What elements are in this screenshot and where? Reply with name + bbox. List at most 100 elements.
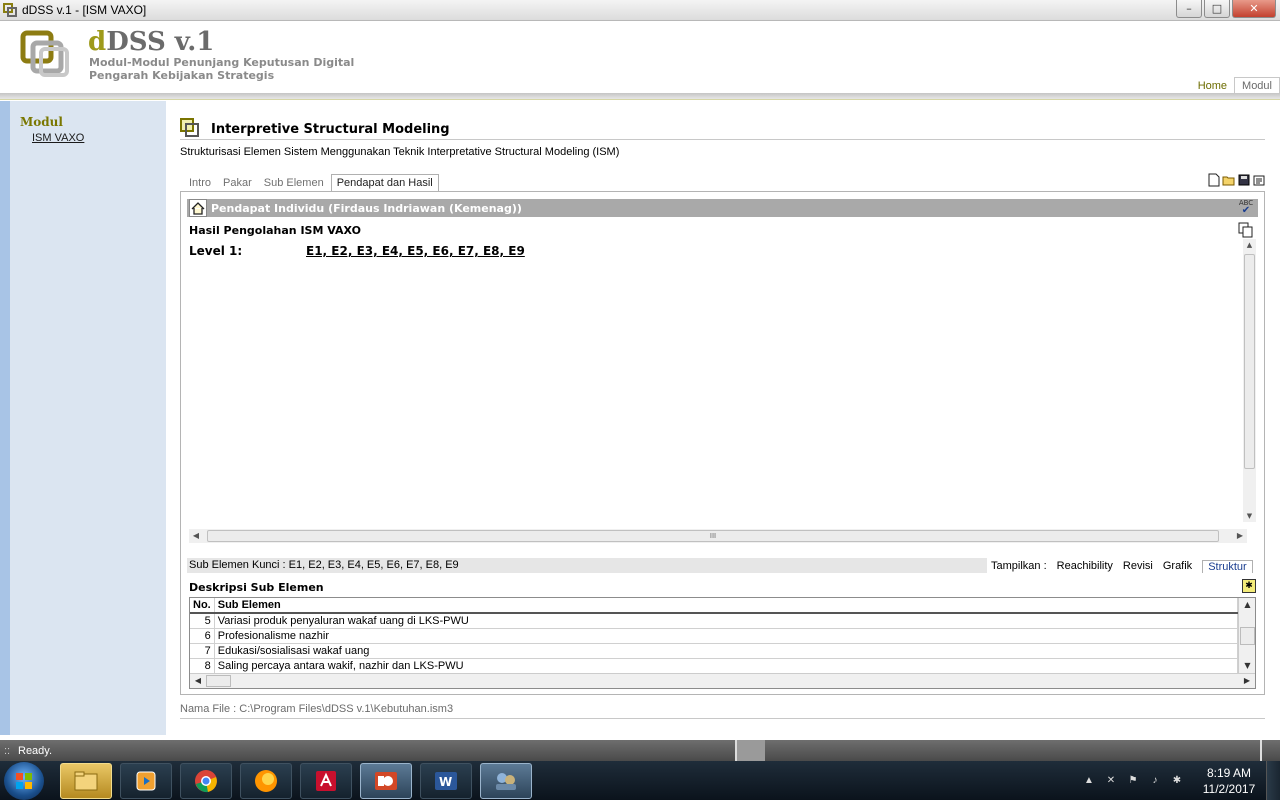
scroll-right-icon[interactable]: ▶ [1239, 674, 1255, 688]
window-titlebar: dDSS v.1 - [ISM VAXO] – □ ✕ [0, 0, 1280, 21]
hscroll-thumb[interactable]: III [207, 530, 1219, 542]
sidebar-item-ism-vaxo[interactable]: ISM VAXO [32, 132, 84, 144]
close-button[interactable]: ✕ [1232, 0, 1276, 18]
ddss-app-icon[interactable] [480, 762, 532, 799]
properties-icon[interactable] [1252, 173, 1265, 187]
scroll-down-icon[interactable]: ▼ [1239, 659, 1256, 673]
chrome-icon[interactable] [180, 762, 232, 799]
copy-icon[interactable] [1238, 222, 1254, 238]
row-no: 7 [190, 643, 215, 659]
view-struktur[interactable]: Struktur [1202, 559, 1253, 573]
network-icon[interactable]: ✱ [1170, 774, 1184, 788]
level-value-link[interactable]: E1, E2, E3, E4, E5, E6, E7, E8, E9 [306, 244, 525, 258]
status-separator [735, 740, 765, 761]
show-hidden-icons-icon[interactable]: ▲ [1082, 774, 1096, 788]
status-bar: :: Ready. [0, 740, 1280, 761]
tab-intro[interactable]: Intro [184, 175, 216, 191]
grid-horizontal-scrollbar[interactable]: ◀ ▶ [190, 673, 1255, 688]
scroll-left-icon[interactable]: ◀ [190, 674, 206, 688]
taskbar: W ▲ ✕ ⚑ ♪ ✱ 8:19 AM 11/2/2017 [0, 761, 1280, 800]
start-button[interactable] [4, 761, 44, 800]
page-title: Interpretive Structural Modeling [211, 122, 450, 137]
scroll-right-icon[interactable]: ▶ [1233, 529, 1247, 543]
description-title: Deskripsi Sub Elemen [189, 581, 324, 594]
result-vertical-scrollbar[interactable]: ▲ ▼ [1243, 239, 1256, 522]
acrobat-icon[interactable] [300, 762, 352, 799]
svg-text:W: W [439, 775, 452, 789]
result-horizontal-scrollbar[interactable]: ◀ III ▶ [189, 529, 1247, 543]
save-icon[interactable] [1237, 173, 1250, 187]
row-no: 8 [190, 658, 215, 674]
scroll-left-icon[interactable]: ◀ [189, 529, 203, 543]
view-grafik[interactable]: Grafik [1163, 560, 1192, 572]
table-row[interactable]: 8 Saling percaya antara wakif, nazhir dan… [190, 658, 1239, 674]
status-separator [1260, 740, 1262, 761]
maximize-button[interactable]: □ [1204, 0, 1230, 18]
clock-date: 11/2/2017 [1202, 781, 1256, 796]
tab-pendapat-dan-hasil[interactable]: Pendapat dan Hasil [330, 174, 439, 191]
subelement-grid: No. Sub Elemen 5 Variasi produk penyalura… [189, 597, 1256, 689]
brand-subtitle-1: Modul-Modul Penunjang Keputusan Digital [89, 56, 355, 69]
scroll-thumb[interactable] [1244, 254, 1255, 469]
page-header: Interpretive Structural Modeling [180, 118, 1265, 140]
file-path: Nama File : C:\Program Files\dDSS v.1\Ke… [180, 703, 1265, 719]
result-title: Hasil Pengolahan ISM VAXO [189, 224, 361, 237]
row-no: 5 [190, 613, 215, 629]
brand-title: dDSS v.1 [88, 27, 215, 57]
column-header-no[interactable]: No. [190, 598, 215, 614]
scroll-down-icon[interactable]: ▼ [1243, 510, 1256, 522]
flag-icon[interactable]: ⚑ [1126, 774, 1140, 788]
column-header-sub-elemen[interactable]: Sub Elemen [214, 598, 1239, 614]
key-subelements: Sub Elemen Kunci : E1, E2, E3, E4, E5, E… [187, 558, 987, 573]
logo-icon [20, 30, 72, 80]
page-description: Strukturisasi Elemen Sistem Menggunakan … [180, 146, 620, 158]
result-panel: Pendapat Individu (Firdaus Indriawan (Ke… [180, 191, 1265, 695]
panel-header: Pendapat Individu (Firdaus Indriawan (Ke… [187, 199, 1258, 217]
new-file-icon[interactable] [1207, 173, 1220, 187]
nav-home[interactable]: Home [1191, 78, 1234, 93]
brand-subtitle-2: Pengarah Kebijakan Strategis [89, 69, 275, 82]
module-icon [180, 118, 202, 138]
spellcheck-icon[interactable]: ABC ✔ [1238, 200, 1254, 216]
module-tabs: Intro Pakar Sub Elemen Pendapat dan Hasi… [184, 172, 441, 191]
scroll-up-icon[interactable]: ▲ [1243, 239, 1256, 251]
tab-pakar[interactable]: Pakar [218, 175, 257, 191]
sidebar-section-label: Modul [20, 115, 63, 129]
minimize-button[interactable]: – [1176, 0, 1202, 18]
view-reachibility[interactable]: Reachibility [1057, 560, 1113, 572]
volume-icon[interactable]: ♪ [1148, 774, 1162, 788]
nav-modul[interactable]: Modul [1234, 77, 1280, 93]
security-icon[interactable]: ✕ [1104, 774, 1118, 788]
grid-vertical-scrollbar[interactable]: ▲ ▼ [1238, 598, 1255, 673]
row-no: 6 [190, 628, 215, 644]
app-header: dDSS v.1 Modul-Modul Penunjang Keputusan… [0, 21, 1280, 93]
table-row[interactable]: 7 Edukasi/sosialisasi wakaf uang [190, 643, 1239, 659]
firefox-icon[interactable] [240, 762, 292, 799]
tab-sub-elemen[interactable]: Sub Elemen [259, 175, 329, 191]
file-explorer-icon[interactable] [60, 762, 112, 799]
word-icon[interactable]: W [420, 762, 472, 799]
star-icon[interactable]: ✱ [1242, 579, 1256, 593]
view-options: Tampilkan : Reachibility Revisi Grafik S… [991, 558, 1253, 574]
app-icon [2, 2, 18, 18]
toolbar [1207, 173, 1265, 187]
open-folder-icon[interactable] [1222, 173, 1235, 187]
powerpoint-icon[interactable] [360, 762, 412, 799]
home-icon[interactable] [189, 199, 207, 217]
row-text: Variasi produk penyaluran wakaf uang di … [214, 613, 1239, 629]
grid-scroll-thumb[interactable] [1240, 627, 1255, 645]
clock-time: 8:19 AM [1206, 765, 1252, 780]
grid-hscroll-thumb[interactable] [206, 675, 231, 687]
sidebar: Modul ISM VAXO [0, 101, 166, 735]
table-row[interactable]: 6 Profesionalisme nazhir [190, 628, 1239, 644]
table-row[interactable]: 5 Variasi produk penyaluran wakaf uang di… [190, 613, 1239, 629]
clock[interactable]: 8:19 AM 11/2/2017 [1198, 765, 1260, 797]
row-text: Edukasi/sosialisasi wakaf uang [214, 643, 1239, 659]
status-grip: :: [4, 744, 11, 757]
show-desktop-button[interactable] [1266, 761, 1280, 800]
view-options-label: Tampilkan : [991, 560, 1047, 572]
media-player-icon[interactable] [120, 762, 172, 799]
view-revisi[interactable]: Revisi [1123, 560, 1153, 572]
level-label: Level 1: [189, 244, 243, 258]
scroll-up-icon[interactable]: ▲ [1239, 598, 1256, 612]
